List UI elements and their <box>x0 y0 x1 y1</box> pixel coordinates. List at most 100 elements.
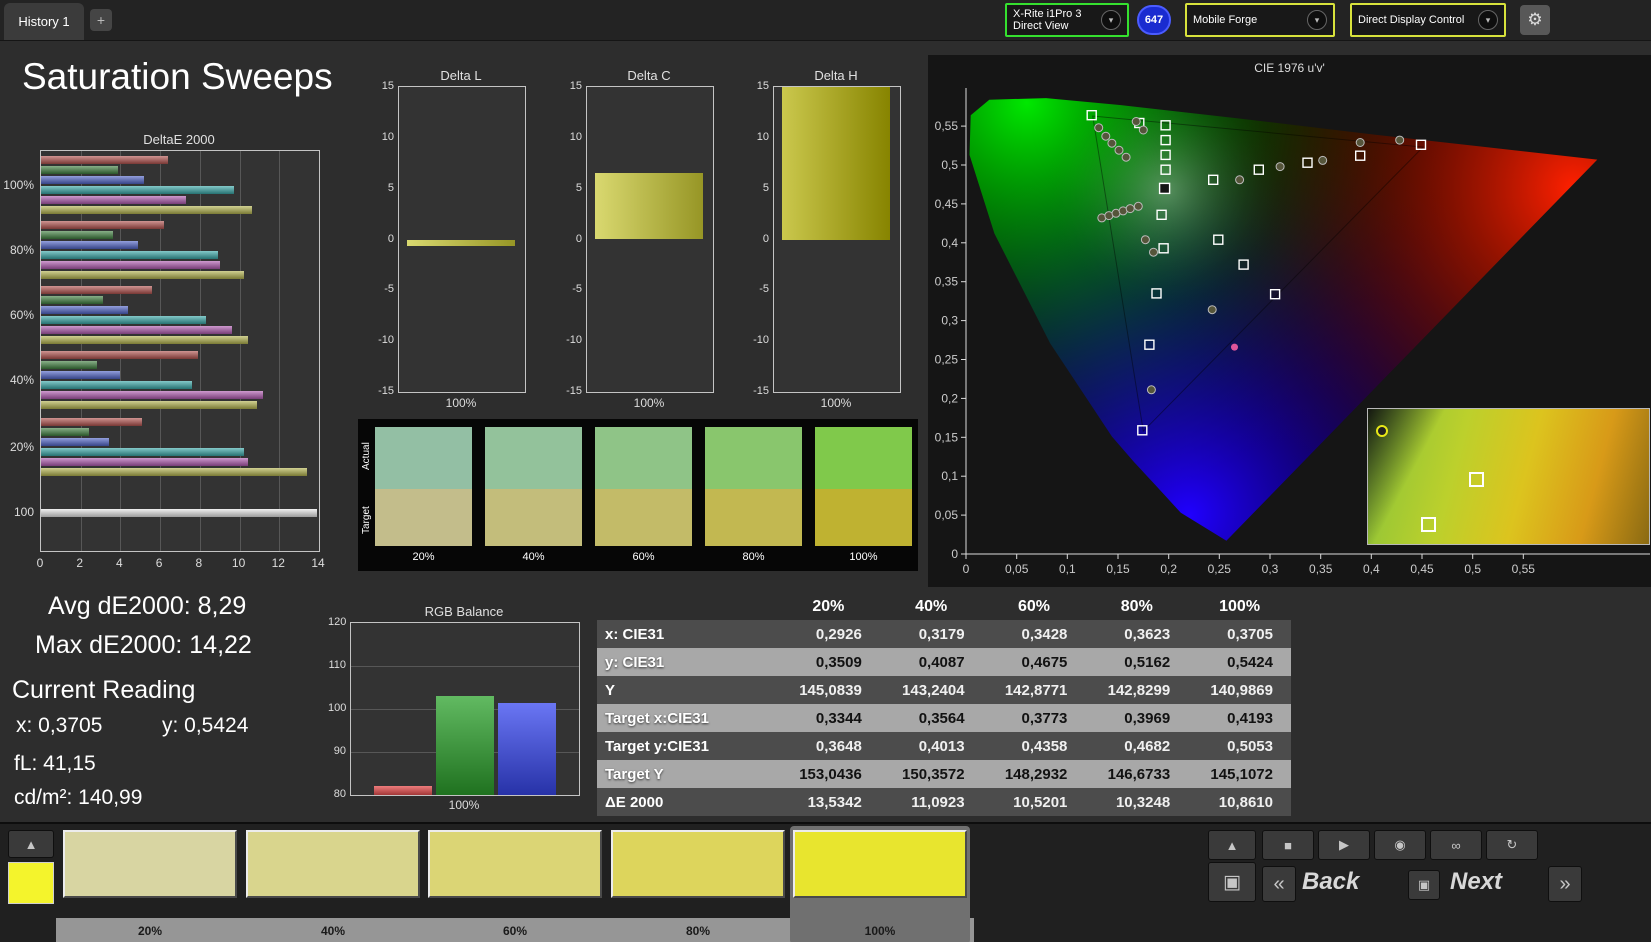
table-cell: 10,5201 <box>1013 793 1068 811</box>
collapse-right-button[interactable]: ▲ <box>1208 830 1256 860</box>
deltae-bar <box>41 176 145 184</box>
target-row-label: Target <box>361 506 372 534</box>
table-cell: 0,5162 <box>1124 653 1171 671</box>
axis-tick-label: 5 <box>762 181 769 194</box>
refresh-button[interactable]: ↻ <box>1486 830 1538 860</box>
axis-tick-label: 15 <box>756 80 769 92</box>
saturation-level-button-60%[interactable]: 60% <box>425 826 605 942</box>
svg-text:0,15: 0,15 <box>935 430 959 444</box>
axis-tick-label: -5 <box>759 283 769 296</box>
current-reading-heading: Current Reading <box>12 676 196 704</box>
svg-text:0,55: 0,55 <box>1512 562 1536 576</box>
stop-button[interactable]: ■ <box>1262 830 1314 860</box>
stop-frame-button[interactable]: ▣ <box>1208 862 1256 902</box>
add-tab-button[interactable]: + <box>90 9 112 31</box>
table-header-cell: 20% <box>812 598 845 615</box>
table-cell: 148,2932 <box>1004 765 1068 783</box>
plot-area <box>586 86 714 393</box>
chevron-down-icon[interactable]: ▾ <box>1101 10 1121 30</box>
meter-count-badge: 647 <box>1137 5 1171 35</box>
svg-text:0,5: 0,5 <box>1464 562 1481 576</box>
table-row-label: Y <box>605 681 616 699</box>
chevron-down-icon[interactable]: ▾ <box>1478 10 1498 30</box>
source-selector[interactable]: Mobile Forge ▾ <box>1185 3 1335 37</box>
delta-bar <box>595 173 703 240</box>
table-row-label: y: CIE31 <box>605 653 665 671</box>
deltae-bar <box>41 448 244 456</box>
table-row-label: x: CIE31 <box>605 625 665 643</box>
table-header-cell: 60% <box>1017 598 1050 615</box>
deltae-bar <box>41 306 129 314</box>
axis-tick-label: 110 <box>328 659 346 671</box>
inset-target-square <box>1421 517 1437 532</box>
current-fl-readout: fL: 41,15 <box>14 752 96 775</box>
deltae-bar <box>41 316 206 324</box>
actual-target-swatch-strip: Actual Target 20% 40% 60% 80% 100% <box>358 419 918 571</box>
axis-tick-label: 0 <box>387 232 394 245</box>
table-header-row: 20% 40% 60% 80% 100% <box>597 594 1291 620</box>
chart-title: CIE 1976 u'v' <box>1254 61 1325 75</box>
table-header-cell: 80% <box>1120 598 1153 615</box>
axis-tick-label: 14 <box>311 556 325 570</box>
table-header-cell: 100% <box>1219 598 1261 615</box>
svg-text:0,4: 0,4 <box>941 236 958 250</box>
collapse-left-button[interactable]: ▲ <box>8 830 54 858</box>
back-button[interactable]: Back <box>1302 868 1359 896</box>
table-cell: 140,9869 <box>1210 681 1273 699</box>
swatch-label: 40% <box>522 551 545 563</box>
stop-small-button[interactable]: ▣ <box>1408 870 1440 900</box>
axis-tick-label: 5 <box>575 181 582 194</box>
back-fast-button[interactable]: « <box>1262 866 1296 902</box>
next-fast-button[interactable]: » <box>1548 866 1582 902</box>
table-row: ΔE 2000 13,5342 11,0923 10,5201 10,3248 10,86… <box>597 788 1291 816</box>
axis-tick-label: -10 <box>566 334 582 347</box>
chart-title: Delta C <box>627 68 671 83</box>
svg-text:0,25: 0,25 <box>1208 562 1232 576</box>
level-label: 100% <box>864 924 896 938</box>
meter-selector[interactable]: X-Rite i1Pro 3 Direct View ▾ <box>1005 3 1129 37</box>
target-swatch <box>595 489 692 546</box>
axis-label: 100% <box>633 396 665 410</box>
current-color-swatch <box>8 862 54 904</box>
chevron-down-icon[interactable]: ▾ <box>1307 10 1327 30</box>
svg-text:0,1: 0,1 <box>1059 562 1076 576</box>
svg-text:0,45: 0,45 <box>1410 562 1434 576</box>
deltae-bar <box>41 381 192 389</box>
table-row: Y 145,0839 143,2404 142,8771 142,8299 140,986… <box>597 676 1291 704</box>
continuous-measure-button[interactable]: ∞ <box>1430 830 1482 860</box>
tab-history-1[interactable]: History 1 <box>4 3 84 40</box>
table-cell: 0,4013 <box>918 737 965 755</box>
axis-label: 100% <box>820 396 852 410</box>
gear-icon[interactable]: ⚙ <box>1520 5 1550 35</box>
table-row: y: CIE31 0,3509 0,4087 0,4675 0,5162 0,5424 <box>597 648 1291 676</box>
deltae-bar <box>41 418 143 426</box>
next-button[interactable]: Next <box>1450 868 1502 896</box>
deltae-bar <box>41 271 244 279</box>
saturation-level-button-20%[interactable]: 20% <box>60 826 240 942</box>
table-cell: 0,3344 <box>815 709 862 727</box>
axis-tick-label: 80 <box>333 788 346 800</box>
inset-target-square <box>1469 472 1485 488</box>
table-cell: 143,2404 <box>902 681 965 699</box>
play-button[interactable]: ▶ <box>1318 830 1370 860</box>
level-swatch <box>63 830 237 898</box>
display-control-selector[interactable]: Direct Display Control ▾ <box>1350 3 1506 37</box>
saturation-level-button-40%[interactable]: 40% <box>243 826 423 942</box>
table-cell: 13,5342 <box>807 793 862 811</box>
record-button[interactable]: ◉ <box>1374 830 1426 860</box>
deltae-bar <box>41 196 186 204</box>
plot-area <box>398 86 526 393</box>
table-cell: 10,3248 <box>1115 793 1171 811</box>
axis-tick-label: -10 <box>378 334 394 347</box>
saturation-level-button-80%[interactable]: 80% <box>608 826 788 942</box>
plus-icon: + <box>96 12 106 28</box>
chart-title: Delta H <box>814 68 858 83</box>
saturation-level-button-100%[interactable]: 100% <box>790 826 970 942</box>
svg-text:0,55: 0,55 <box>935 119 959 133</box>
swatch-column: 100% <box>815 427 912 569</box>
svg-text:0: 0 <box>963 562 970 576</box>
axis-tick-label: 15 <box>569 80 582 92</box>
meter-line1: X-Rite i1Pro 3 <box>1013 8 1082 20</box>
svg-text:0,25: 0,25 <box>935 353 959 367</box>
deltae-bar <box>41 391 264 399</box>
